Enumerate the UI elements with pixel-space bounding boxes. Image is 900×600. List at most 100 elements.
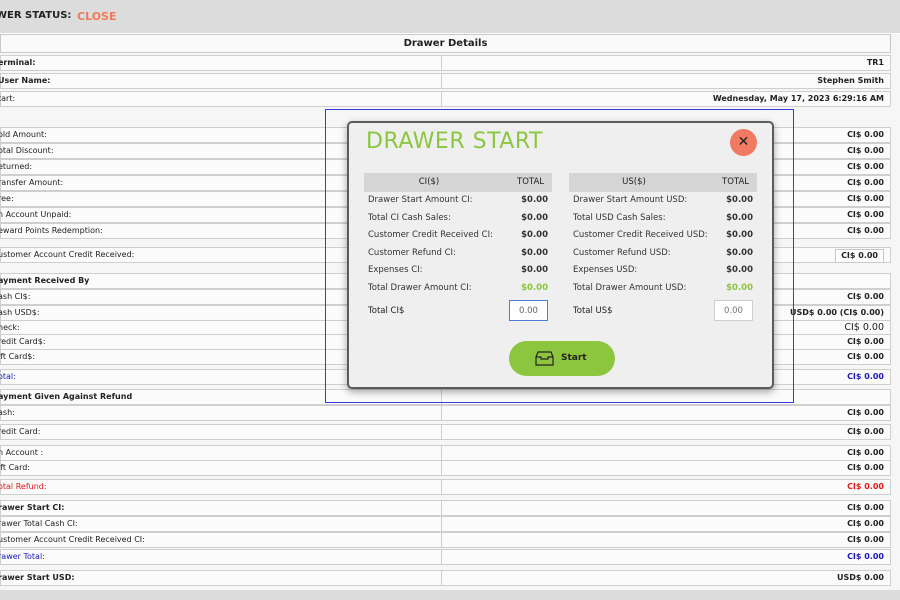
report-row-divider: [441, 501, 442, 515]
summary-row-value: $0.00: [726, 282, 753, 293]
cash-drawer-icon: [535, 351, 554, 366]
summary-row-label: Customer Refund CI:: [368, 247, 456, 258]
usd-summary-row: Total Drawer Amount USD: $0.00: [569, 280, 757, 298]
ci-summary-row: Customer Credit Received CI: $0.00: [364, 227, 552, 245]
report-row: otal Refund: CI$ 0.00: [0, 479, 891, 495]
report-row-divider: [441, 517, 442, 531]
modal-title: DRAWER START: [366, 129, 543, 154]
report-row-label: ift Card$:: [0, 352, 36, 361]
start-button-label: Start: [561, 353, 587, 363]
report-row-value: CI$ 0.00: [847, 337, 884, 346]
report-row-divider: [441, 461, 442, 475]
report-row-value: CI$ 0.00: [847, 292, 884, 301]
usd-currency-header: US($): [622, 177, 646, 187]
report-row-label: rawer Total:: [0, 552, 45, 561]
report-row-label: otal Discount:: [0, 146, 54, 155]
report-row: ustomer Account Credit Received CI: CI$ 0…: [0, 532, 891, 548]
report-row-divider: [441, 571, 442, 585]
total-usd-input[interactable]: [714, 300, 753, 321]
ci-panel-header: CI($) TOTAL: [364, 173, 552, 192]
report-row: ash: CI$ 0.00: [0, 405, 891, 421]
report-row-label: ustomer Account Credit Received CI:: [0, 535, 145, 544]
summary-row-value: $0.00: [521, 247, 548, 258]
usd-summary-row: Total USD Cash Sales: $0.00: [569, 210, 757, 228]
report-row-value: CI$ 0.00: [847, 463, 884, 472]
summary-row-value: $0.00: [521, 195, 548, 205]
report-row-divider: [441, 406, 442, 420]
drawer-status-label: WER STATUS:: [0, 10, 72, 21]
report-row-divider: [441, 425, 442, 439]
report-row-value: USD$ 0.00: [837, 573, 884, 582]
ci-total-row: Total CI$: [364, 300, 552, 322]
report-row-label: rawer Start CI:: [0, 503, 65, 512]
summary-row-value: $0.00: [726, 212, 753, 223]
report-row-value: CI$ 0.00: [847, 408, 884, 417]
usd-summary-row: Drawer Start Amount USD: $0.00: [569, 192, 757, 210]
report-row-label: n Account :: [0, 448, 44, 457]
ci-summary-row: Expenses CI: $0.00: [364, 262, 552, 280]
drawer-start-modal: DRAWER START ✕ CI($) TOTAL Drawer Start …: [347, 121, 774, 389]
report-row: redit Card: CI$ 0.00: [0, 424, 891, 440]
report-row-value: CI$ 0.00: [847, 482, 884, 491]
summary-row-value: $0.00: [726, 195, 753, 205]
report-row-label: heck:: [0, 323, 20, 332]
report-row-label: rawer Total Cash CI:: [0, 519, 78, 528]
report-row-label: ustomer Account Credit Received:: [0, 250, 135, 259]
report-row: User Name: Stephen Smith: [0, 73, 891, 89]
report-row: rawer Start USD: USD$ 0.00: [0, 570, 891, 586]
report-row-value: CI$ 0.00: [847, 162, 884, 171]
ci-currency-header: CI($): [418, 177, 440, 187]
summary-row-label: Customer Credit Received CI:: [368, 230, 493, 240]
ci-total-header: TOTAL: [517, 177, 544, 187]
report-row-value: CI$ 0.00: [847, 535, 884, 544]
report-row-label: ash CI$:: [0, 292, 31, 301]
report-row-value: CI$ 0.00: [847, 178, 884, 187]
summary-row-label: Total CI Cash Sales:: [368, 212, 451, 223]
ci-summary-row: Drawer Start Amount CI: $0.00: [364, 192, 552, 210]
report-row-value: CI$ 0.00: [847, 448, 884, 457]
report-row-divider: [441, 533, 442, 547]
report-row: tart: Wednesday, May 17, 2023 6:29:16 AM: [0, 91, 891, 107]
summary-row-label: Drawer Start Amount CI:: [368, 195, 473, 205]
start-button[interactable]: Start: [509, 341, 615, 376]
usd-summary-row: Customer Refund USD: $0.00: [569, 245, 757, 263]
report-row-label: otal:: [0, 372, 16, 381]
report-row-label: ree:: [0, 194, 14, 203]
usd-panel-header: US($) TOTAL: [569, 173, 757, 192]
report-row-value: CI$ 0.00: [835, 249, 884, 263]
ci-summary-row: Customer Refund CI: $0.00: [364, 245, 552, 263]
usd-summary-row: Expenses USD: $0.00: [569, 262, 757, 280]
usd-summary-panel: US($) TOTAL Drawer Start Amount USD: $0.0…: [569, 173, 757, 322]
usd-rows: Drawer Start Amount USD: $0.00 Total USD C…: [569, 192, 757, 297]
report-row-label: ransfer Amount:: [0, 178, 64, 187]
total-ci-input[interactable]: [509, 300, 548, 321]
summary-row-value: $0.00: [726, 230, 753, 240]
report-row: rawer Total Cash CI: CI$ 0.00: [0, 516, 891, 532]
summary-row-label: Expenses USD:: [573, 265, 638, 275]
total-usd-label: Total US$: [573, 306, 613, 316]
report-row-label: eward Points Redemption:: [0, 226, 103, 235]
report-row-value: CI$ 0.00: [847, 552, 884, 561]
summary-row-value: $0.00: [521, 282, 548, 293]
report-row-divider: [441, 74, 442, 88]
report-row: rawer Total: CI$ 0.00: [0, 549, 891, 565]
report-row-value: CI$ 0.00: [847, 352, 884, 361]
close-button[interactable]: ✕: [730, 129, 757, 156]
usd-total-header: TOTAL: [722, 177, 749, 187]
summary-row-value: $0.00: [726, 247, 753, 258]
close-x-icon: ✕: [737, 134, 750, 150]
report-row-label: old Amount:: [0, 130, 47, 139]
report-row-label: ash:: [0, 408, 15, 417]
report-row-label: ayment Given Against Refund: [0, 392, 133, 401]
report-row-value: CI$ 0.00: [847, 210, 884, 219]
report-row-value: TR1: [866, 58, 884, 67]
report-row-value: CI$ 0.00: [847, 226, 884, 235]
report-row-label: eturned:: [0, 162, 33, 171]
report-row-label: otal Refund:: [0, 482, 47, 491]
report-row-value: CI$ 0.00: [847, 372, 884, 381]
summary-row-label: Total Drawer Amount CI:: [368, 282, 472, 293]
report-row: erminal: TR1: [0, 55, 891, 71]
usd-summary-row: Customer Credit Received USD: $0.00: [569, 227, 757, 245]
report-row-value: CI$ 0.00: [844, 322, 884, 333]
report-row-value: CI$ 0.00: [847, 130, 884, 139]
